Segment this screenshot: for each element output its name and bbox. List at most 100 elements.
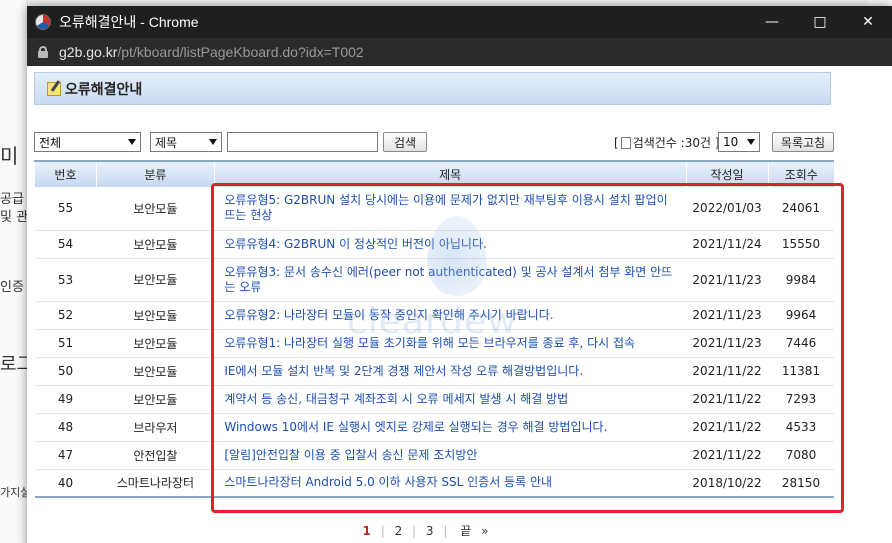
row-title-link[interactable]: 오류유형4: G2BRUN 이 정상적인 버전이 아닙니다.	[214, 230, 687, 259]
table-row: 40 스마트나라장터 스마트나라장터 Android 5.0 이하 사용자 SS…	[34, 469, 834, 498]
row-views: 7446	[768, 329, 834, 358]
row-number: 47	[34, 441, 97, 470]
row-title-link[interactable]: 오류유형2: 나라장터 모듈이 동작 중인지 확인해 주시기 바랍니다.	[214, 301, 687, 330]
page-header: 오류해결안내	[34, 72, 831, 105]
row-views: 4533	[768, 413, 834, 442]
row-date: 2021/11/22	[686, 357, 768, 386]
chevron-down-icon	[747, 139, 755, 145]
column-header-title: 제목	[213, 160, 687, 187]
page-link-1[interactable]: 1	[363, 524, 371, 538]
row-date: 2021/11/23	[686, 329, 768, 358]
chrome-logo-icon	[35, 14, 51, 30]
background-text-fragment: 가지실	[0, 486, 31, 499]
table-row: 54 보안모듈 오류유형4: G2BRUN 이 정상적인 버전이 아닙니다. 2…	[34, 230, 834, 259]
row-views: 9984	[768, 258, 834, 302]
double-chevron-right-icon: »	[481, 524, 489, 538]
row-title-link[interactable]: Windows 10에서 IE 실행시 엣지로 강제로 실행되는 경우 해결 방…	[214, 413, 687, 442]
row-title-link[interactable]: 스마트나라장터 Android 5.0 이하 사용자 SSL 인증서 등록 안내	[214, 469, 687, 498]
window-title: 오류해결안내 - Chrome	[59, 14, 199, 30]
row-date: 2021/11/22	[686, 441, 768, 470]
row-views: 28150	[768, 469, 834, 498]
table-row: 51 보안모듈 오류유형1: 나라장터 실행 모듈 초기화를 위해 모든 브라우…	[34, 329, 834, 358]
row-number: 50	[34, 357, 97, 386]
row-number: 48	[34, 413, 97, 442]
row-category: 보안모듈	[96, 301, 215, 330]
row-views: 11381	[768, 357, 834, 386]
row-date: 2021/11/24	[686, 230, 768, 259]
row-title-link[interactable]: 오류유형5: G2BRUN 설치 당시에는 이용에 문제가 없지만 재부팅후 이…	[214, 187, 687, 231]
document-icon	[620, 134, 635, 149]
row-date: 2018/10/22	[686, 469, 768, 498]
search-button[interactable]: 검색	[383, 132, 427, 152]
page-separator: |	[412, 524, 417, 538]
row-views: 15550	[768, 230, 834, 259]
row-category: 보안모듈	[96, 357, 215, 386]
row-number: 52	[34, 301, 97, 330]
close-button[interactable]: ✕	[844, 6, 892, 38]
row-date: 2021/11/23	[686, 301, 768, 330]
result-count-text: 검색건수 :30건 ]	[632, 136, 720, 150]
row-title-link[interactable]: 오류유형3: 문서 송수신 에러(peer not authenticated)…	[214, 258, 687, 302]
last-page-link[interactable]: 끝 »	[457, 524, 491, 538]
category-select[interactable]: 전체	[34, 132, 141, 152]
refresh-list-button[interactable]: 목록고침	[772, 132, 834, 152]
column-header-date: 작성일	[685, 160, 768, 187]
column-header-number: 번호	[34, 160, 97, 187]
chrome-popup-window: 오류해결안내 - Chrome — □ ✕ g2b.go.kr/pt/kboar…	[27, 6, 892, 543]
row-category: 보안모듈	[96, 187, 215, 231]
chevron-down-icon	[209, 139, 217, 145]
address-bar[interactable]: g2b.go.kr/pt/kboard/listPageKboard.do?id…	[27, 38, 892, 66]
url-host: g2b.go.kr	[59, 44, 118, 60]
page-size-select[interactable]: 10	[718, 132, 760, 152]
table-row: 52 보안모듈 오류유형2: 나라장터 모듈이 동작 중인지 확인해 주시기 바…	[34, 301, 834, 330]
chevron-down-icon	[128, 139, 136, 145]
page-link-3[interactable]: 3	[426, 524, 434, 538]
row-category: 보안모듈	[96, 329, 215, 358]
page-link-2[interactable]: 2	[395, 524, 403, 538]
row-number: 54	[34, 230, 97, 259]
memo-icon	[47, 81, 61, 96]
row-number: 55	[34, 187, 97, 231]
row-number: 49	[34, 385, 97, 414]
row-views: 7293	[768, 385, 834, 414]
page-size-value: 10	[723, 135, 739, 149]
row-title-link[interactable]: 오류유형1: 나라장터 실행 모듈 초기화를 위해 모든 브라우저를 종료 후,…	[214, 329, 687, 358]
close-icon: ✕	[862, 14, 874, 30]
maximize-button[interactable]: □	[796, 6, 844, 38]
minimize-icon: —	[765, 14, 779, 30]
field-select[interactable]: 제목	[150, 132, 222, 152]
table-row: 50 보안모듈 IE에서 모듈 설치 반복 및 2단계 경쟁 제안서 작성 오류…	[34, 357, 834, 386]
row-views: 24061	[768, 187, 834, 231]
maximize-icon: □	[813, 14, 827, 30]
category-select-value: 전체	[39, 135, 62, 150]
pagination: 1 | 2 | 3 | 끝 »	[27, 522, 827, 539]
background-text-fragment: 미	[0, 144, 19, 168]
url-path: /pt/kboard/listPageKboard.do?idx=T002	[117, 44, 364, 60]
search-input[interactable]	[227, 132, 378, 152]
window-titlebar[interactable]: 오류해결안내 - Chrome — □ ✕	[27, 6, 892, 38]
table-row: 55 보안모듈 오류유형5: G2BRUN 설치 당시에는 이용에 문제가 없지…	[34, 187, 834, 231]
board-table: 번호 분류 제목 작성일 조회수 55 보안모듈 오류유형5: G2BRUN 설…	[34, 160, 834, 498]
page-separator: |	[443, 524, 448, 538]
row-category: 스마트나라장터	[96, 469, 215, 498]
background-text-fragment: 공급	[0, 192, 24, 207]
column-header-views: 조회수	[767, 160, 834, 187]
table-row: 49 보안모듈 계약서 등 송신, 대금청구 계좌조회 시 오류 메세지 발생 …	[34, 385, 834, 414]
table-row: 48 브라우저 Windows 10에서 IE 실행시 엣지로 강제로 실행되는…	[34, 413, 834, 442]
page-title: 오류해결안내	[65, 81, 143, 98]
row-date: 2021/11/23	[686, 258, 768, 302]
row-title-link[interactable]: IE에서 모듈 설치 반복 및 2단계 경쟁 제안서 작성 오류 해결방법입니다…	[214, 357, 687, 386]
minimize-button[interactable]: —	[748, 6, 796, 38]
row-category: 보안모듈	[96, 230, 215, 259]
row-date: 2021/11/22	[686, 385, 768, 414]
row-date: 2022/01/03	[686, 187, 768, 231]
row-title-link[interactable]: 계약서 등 송신, 대금청구 계좌조회 시 오류 메세지 발생 시 해결 방법	[214, 385, 687, 414]
row-title-link[interactable]: [알림]안전입찰 이용 중 입찰서 송신 문제 조치방안	[214, 441, 687, 470]
row-views: 9964	[768, 301, 834, 330]
background-text-fragment: 및 관	[0, 210, 29, 225]
row-views: 7080	[768, 441, 834, 470]
row-category: 보안모듈	[96, 258, 215, 302]
row-date: 2021/11/22	[686, 413, 768, 442]
field-select-value: 제목	[155, 135, 178, 150]
table-row: 53 보안모듈 오류유형3: 문서 송수신 에러(peer not authen…	[34, 258, 834, 302]
